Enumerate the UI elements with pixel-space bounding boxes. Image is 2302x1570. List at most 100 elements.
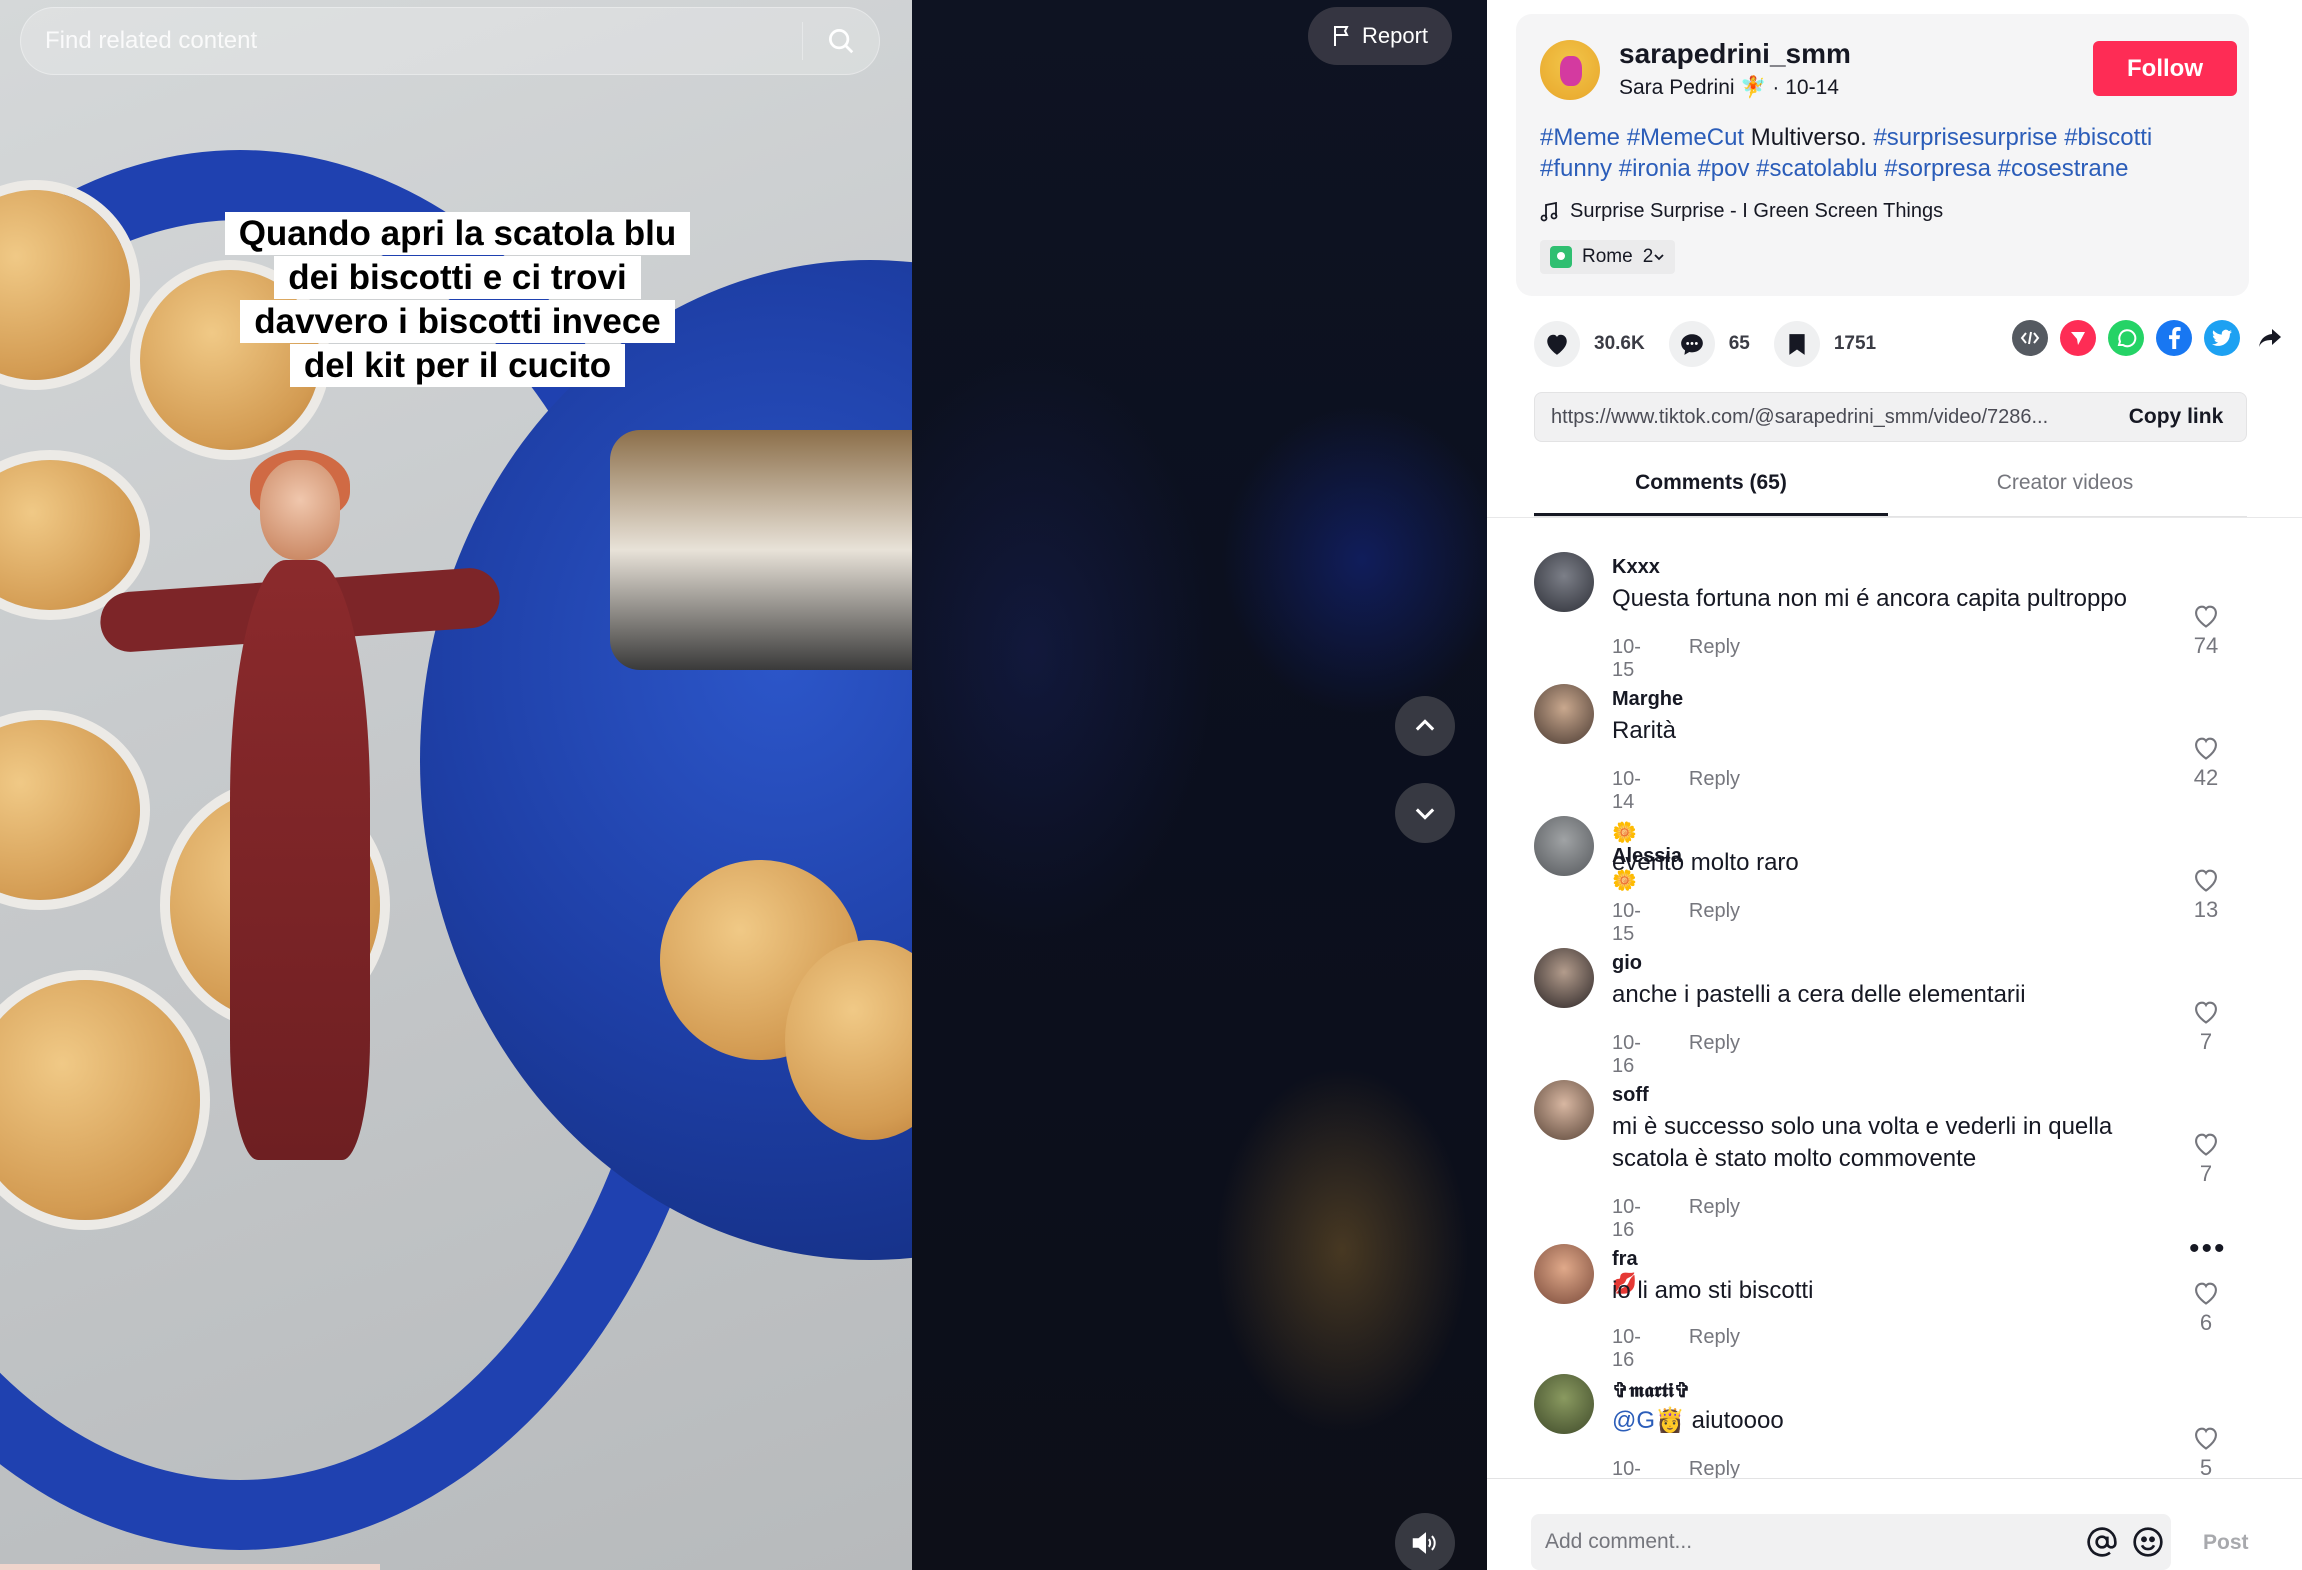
location-tag[interactable]: Rome 2	[1540, 240, 1676, 274]
action-bar: 30.6K 65 1751	[1534, 320, 2281, 368]
commenter-avatar[interactable]	[1534, 816, 1594, 876]
location-count: 2	[1643, 246, 1666, 268]
reply-button[interactable]: Reply	[1689, 768, 1740, 814]
volume-button[interactable]	[1395, 1513, 1455, 1570]
comment-text: @G👸 aiutoooo	[1612, 1405, 2152, 1437]
author-username[interactable]: sarapedrini_smm	[1619, 38, 1851, 70]
comment-text: mi è successo solo una volta e vederli i…	[1612, 1113, 2113, 1172]
reply-button[interactable]: Reply	[1689, 1196, 1740, 1242]
whatsapp-share-button[interactable]	[2108, 320, 2144, 356]
hashtag[interactable]: #ironia	[1619, 155, 1691, 182]
follow-button[interactable]: Follow	[2093, 41, 2237, 96]
hashtag[interactable]: #surprisesurprise	[1873, 124, 2057, 151]
music-link[interactable]: Surprise Surprise - I Green Screen Thing…	[1540, 200, 1943, 223]
copy-link-button[interactable]: Copy link	[2106, 405, 2246, 429]
post-comment-button[interactable]: Post	[2203, 1531, 2249, 1555]
commenter-avatar[interactable]	[1534, 684, 1594, 744]
hashtag[interactable]: #Meme	[1540, 124, 1620, 151]
reply-button[interactable]: Reply	[1689, 1326, 1740, 1372]
comment-text: Questa fortuna non mi é ancora capita pu…	[1612, 585, 2127, 612]
panel-tabs: Comments (65) Creator videos	[1534, 465, 2247, 517]
comment-like-button[interactable]: 74	[2186, 603, 2226, 659]
embed-button[interactable]	[2012, 320, 2048, 356]
comment-like-button[interactable]: 13	[2186, 867, 2226, 923]
divider	[1487, 517, 2302, 518]
comment-like-count: 7	[2199, 1161, 2213, 1186]
at-sign-icon	[2087, 1527, 2117, 1557]
search-input[interactable]	[21, 27, 802, 55]
hashtag[interactable]: #scatolablu	[1756, 155, 1877, 182]
comment-mention[interactable]: @G👸	[1612, 1407, 1685, 1434]
comment-button[interactable]: 65	[1668, 321, 1750, 367]
reply-button[interactable]: Reply	[1689, 1032, 1740, 1078]
comment-like-button[interactable]: 7	[2186, 999, 2226, 1055]
volume-icon	[1412, 1532, 1436, 1554]
dot-separator: ·	[1772, 76, 1786, 99]
bookmark-icon	[1789, 334, 1805, 355]
video-player[interactable]: Quando apri la scatola blu dei biscotti …	[0, 0, 912, 1570]
previous-video-button[interactable]	[1395, 696, 1455, 756]
reply-button[interactable]: Reply	[1689, 636, 1740, 682]
comment-username[interactable]: gio	[1612, 952, 1642, 975]
more-share-button[interactable]	[2252, 320, 2288, 356]
comment-like-button[interactable]: 5	[2186, 1425, 2226, 1481]
comment-like-button[interactable]: 42	[2186, 735, 2226, 791]
more-options-icon[interactable]: •••	[2189, 1234, 2227, 1264]
comment-like-count: 7	[2199, 1029, 2213, 1054]
send-to-friends-button[interactable]	[2060, 320, 2096, 356]
tin-lid-picture	[610, 430, 912, 670]
comment-like-button[interactable]: 6	[2186, 1280, 2226, 1336]
description-text: Multiverso.	[1750, 124, 1867, 151]
hashtag[interactable]: #pov	[1697, 155, 1749, 182]
emoji-button[interactable]	[2125, 1519, 2171, 1565]
video-info-card: sarapedrini_smm Sara Pedrini 🧚 · 10-14 F…	[1516, 14, 2249, 296]
comment-like-count: 6	[2199, 1310, 2213, 1335]
commenter-avatar[interactable]	[1534, 948, 1594, 1008]
comment-date: 10-15	[1612, 636, 1641, 681]
commenter-avatar[interactable]	[1534, 552, 1594, 612]
share-arrow-icon	[2259, 329, 2281, 347]
hashtag[interactable]: #sorpresa	[1884, 155, 1991, 182]
reply-button[interactable]: Reply	[1689, 900, 1740, 946]
comment-like-button[interactable]: 7	[2186, 1131, 2226, 1187]
comment-username[interactable]: ✞𝖒𝖆𝖗𝖙𝖎✞	[1612, 1378, 1691, 1403]
comment-username[interactable]: soff	[1612, 1084, 1649, 1107]
video-progress-bar[interactable]	[0, 1564, 380, 1570]
twitter-share-button[interactable]	[2204, 320, 2240, 356]
commenter-avatar[interactable]	[1534, 1374, 1594, 1434]
like-button[interactable]: 30.6K	[1534, 321, 1645, 367]
tab-creator-videos[interactable]: Creator videos	[1888, 465, 2242, 516]
search-button[interactable]	[803, 7, 879, 75]
comment-composer: Post	[1487, 1478, 2302, 1570]
comment-username[interactable]: Marghe	[1612, 688, 1683, 711]
heart-outline-icon	[2195, 1001, 2217, 1024]
video-stage: Quando apri la scatola blu dei biscotti …	[0, 0, 1487, 1570]
commenter-avatar[interactable]	[1534, 1080, 1594, 1140]
comment-meta: 10-16 Reply	[1612, 1032, 1740, 1078]
heart-outline-icon	[2195, 1427, 2217, 1450]
comment-meta: 10-16 Reply	[1612, 1196, 1740, 1242]
comment-text: anche i pastelli a cera delle elementari…	[1612, 981, 2026, 1008]
hashtag[interactable]: #biscotti	[2064, 124, 2152, 151]
embed-icon	[2020, 331, 2040, 345]
music-title: Surprise Surprise - I Green Screen Thing…	[1570, 200, 1944, 222]
comment-input[interactable]	[1545, 1530, 2079, 1554]
facebook-share-button[interactable]	[2156, 320, 2192, 356]
report-button[interactable]: Report	[1308, 7, 1453, 65]
heart-outline-icon	[2195, 869, 2217, 892]
author-display-name: Sara Pedrini 🧚	[1619, 76, 1767, 99]
commenter-avatar[interactable]	[1534, 1244, 1594, 1304]
mention-button[interactable]	[2079, 1519, 2125, 1565]
author-avatar[interactable]	[1540, 40, 1600, 100]
hashtag[interactable]: #funny	[1540, 155, 1612, 182]
comment-like-count: 74	[2193, 633, 2219, 658]
hashtag[interactable]: #MemeCut	[1627, 124, 1744, 151]
save-button[interactable]: 1751	[1773, 321, 1876, 367]
share-icons	[2012, 320, 2288, 356]
next-video-button[interactable]	[1395, 783, 1455, 843]
tab-comments[interactable]: Comments (65)	[1534, 465, 1888, 516]
comment-like-count: 13	[2193, 897, 2219, 922]
hashtag[interactable]: #cosestrane	[1998, 155, 2129, 182]
comment-username[interactable]: Kxxx	[1612, 556, 1660, 579]
location-pin-icon	[1550, 246, 1572, 268]
